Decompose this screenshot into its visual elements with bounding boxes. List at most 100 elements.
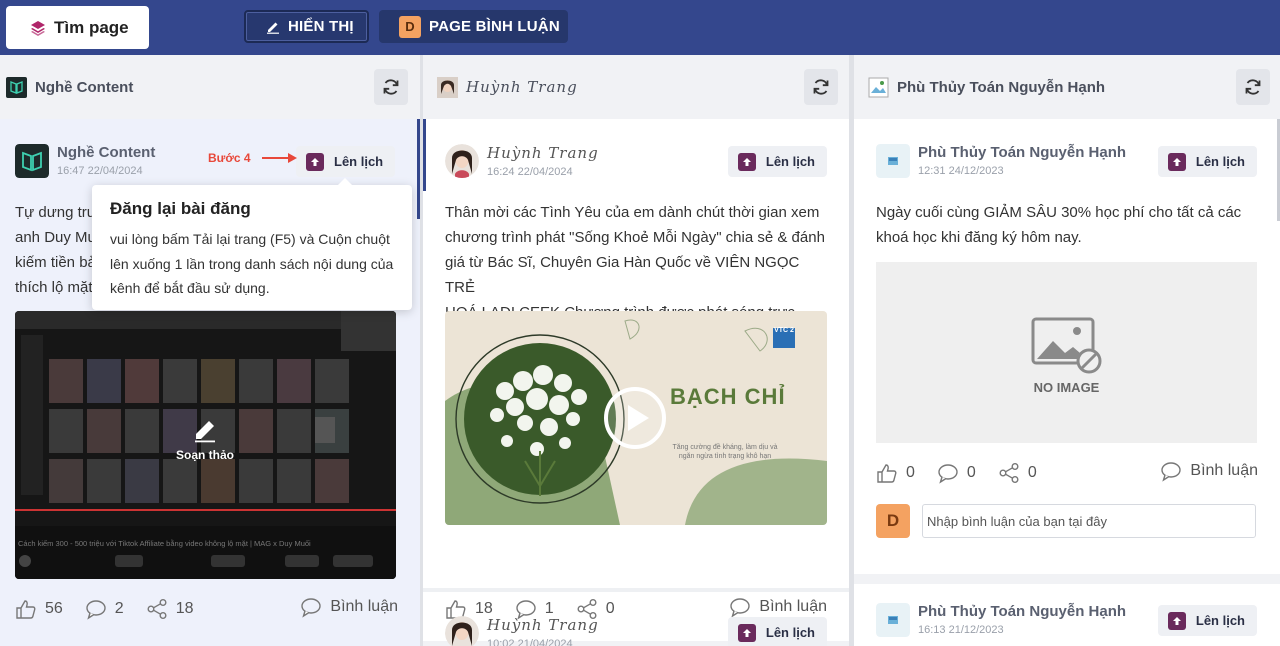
avatar [445,616,479,646]
schedule-label: Lên lịch [1195,613,1245,628]
step-label: Bước 4 [208,151,251,165]
column-title: Huỳnh Trang [466,78,578,96]
post-timestamp: 16:13 21/12/2023 [918,624,1004,636]
schedule-button[interactable]: Lên lịch [727,146,827,177]
comment-icon [86,600,106,620]
tab-show[interactable]: HIỂN THỊ [244,10,369,43]
share-stat[interactable]: 18 [146,598,194,620]
refresh-icon [1245,79,1261,95]
column-title: Phù Thủy Toán Nguyễn Hạnh [897,78,1106,96]
post-video-thumbnail[interactable]: Cách kiếm 300 - 500 triệu với Tiktok Aff… [15,311,396,579]
post-card: Huỳnh Trang 16:24 22/04/2024 Lên lịch Th… [423,119,849,620]
comment-stat[interactable]: 2 [85,598,124,620]
post-author: Huỳnh Trang [487,616,599,634]
post-text-line: anh Duy Mu [15,229,96,246]
avatar [445,144,479,178]
layers-icon [31,20,45,36]
find-page-button[interactable]: Tìm page [6,6,149,49]
refresh-button[interactable] [374,69,408,105]
column-phu-thuy-toan: Phù Thủy Toán Nguyễn Hạnh Phù Thủy Toán … [854,55,1280,646]
post-author: Huỳnh Trang [487,144,599,162]
share-icon [147,599,167,619]
no-image-placeholder: NO IMAGE [876,262,1257,443]
comment-link-label: Bình luận [330,598,398,615]
refresh-button[interactable] [804,69,838,105]
comment-link[interactable]: Bình luận [300,596,398,618]
column-huynh-trang: Huỳnh Trang Huỳnh Trang 16:24 22/04/2024… [423,55,849,646]
tooltip-body: vui lòng bấm Tải lại trang (F5) và Cuộn … [110,231,394,296]
comment-count: 0 [966,464,976,481]
edit-overlay[interactable]: Soạn thảo [170,417,240,462]
post-text-line: chương trình phát "Sống Khoẻ Mỗi Ngày" c… [445,229,825,246]
schedule-label: Lên lịch [765,625,815,640]
schedule-button[interactable]: Lên lịch [727,617,827,646]
comment-icon [938,464,958,484]
comment-link-label: Bình luận [1190,462,1258,479]
channel-logo: VTC 2 [774,327,794,334]
avatar [876,144,910,178]
schedule-label: Lên lịch [765,154,815,169]
post-text-line: Thân mời các Tình Yêu của em dành chút t… [445,204,820,221]
schedule-button[interactable]: Lên lịch [296,146,396,177]
upload-icon [1167,152,1186,171]
pencil-icon [195,421,215,443]
post-card: Phù Thủy Toán Nguyễn Hạnh 12:31 24/12/20… [854,119,1280,574]
post-timestamp: 10:02 21/04/2024 [487,638,573,646]
edit-overlay-label: Soạn thảo [175,448,234,462]
comment-stat[interactable]: 0 [937,462,976,484]
post-header: Phù Thủy Toán Nguyễn Hạnh 12:31 24/12/20… [876,144,1126,178]
post-text-line: Ngày cuối cùng GIẢM SÂU 30% học phí cho … [876,204,1242,221]
no-image-label: NO IMAGE [1033,380,1100,395]
channel-avatar [437,76,458,98]
like-count: 56 [45,600,63,617]
post-video-thumbnail[interactable]: VTC 2 BẠCH CHỈ Tăng cường đề kháng, làm … [445,311,827,525]
comment-input[interactable] [922,504,1256,538]
tab-page-comment[interactable]: D PAGE BÌNH LUẬN [379,10,568,43]
column-feed[interactable]: Phù Thủy Toán Nguyễn Hạnh 12:31 24/12/20… [854,119,1280,646]
column-header: Nghề Content [0,55,420,119]
schedule-label: Lên lịch [334,154,384,169]
post-header: Huỳnh Trang 16:24 22/04/2024 [445,144,599,178]
comment-link[interactable]: Bình luận [1160,460,1258,482]
post-stats: 0 0 0 [876,460,1059,486]
schedule-button[interactable]: Lên lịch [1157,605,1257,636]
refresh-icon [383,79,399,95]
post-header: Huỳnh Trang 10:02 21/04/2024 [445,616,599,646]
media-title: BẠCH CHỈ [670,384,786,409]
post-author: Phù Thủy Toán Nguyễn Hạnh [918,144,1127,161]
like-stat[interactable]: 0 [876,462,915,484]
post-timestamp: 16:47 22/04/2024 [57,165,143,177]
schedule-button[interactable]: Lên lịch [1157,146,1257,177]
user-badge: D [876,504,910,538]
schedule-label: Lên lịch [1195,154,1245,169]
share-icon [999,463,1019,483]
refresh-button[interactable] [1236,69,1270,105]
scrollbar[interactable] [423,119,426,191]
comment-icon [1161,462,1182,482]
find-page-label: Tìm page [54,17,129,37]
comment-icon [301,598,322,618]
thumbs-up-icon [16,600,36,619]
column-feed[interactable]: Huỳnh Trang 16:24 22/04/2024 Lên lịch Th… [423,119,849,646]
post-text-line: khoá học khi đăng ký hôm nay. [876,229,1082,246]
post-author: Phù Thủy Toán Nguyễn Hạnh [918,603,1127,620]
play-icon[interactable] [603,386,667,450]
post-separator [423,588,849,592]
like-stat[interactable]: 56 [15,598,63,620]
column-header: Phù Thủy Toán Nguyễn Hạnh [854,55,1280,119]
post-header: Phù Thủy Toán Nguyễn Hạnh 16:13 21/12/20… [876,603,1126,637]
post-timestamp: 12:31 24/12/2023 [918,165,1004,177]
avatar [876,603,910,637]
arrow-right-icon [262,153,297,163]
upload-icon [737,152,756,171]
post-text: Tự dưng tru anh Duy Mu kiếm tiền bả thíc… [15,200,96,300]
top-bar: Tìm page HIỂN THỊ D PAGE BÌNH LUẬN [0,0,1280,55]
share-stat[interactable]: 0 [998,462,1037,484]
post-stats: 56 2 18 [15,596,216,622]
refresh-icon [813,79,829,95]
post-text-line: kiếm tiền bả [15,254,96,271]
post-separator [854,574,1280,584]
avatar [15,144,49,178]
like-count: 0 [906,464,915,481]
thumbs-up-icon [877,464,897,483]
